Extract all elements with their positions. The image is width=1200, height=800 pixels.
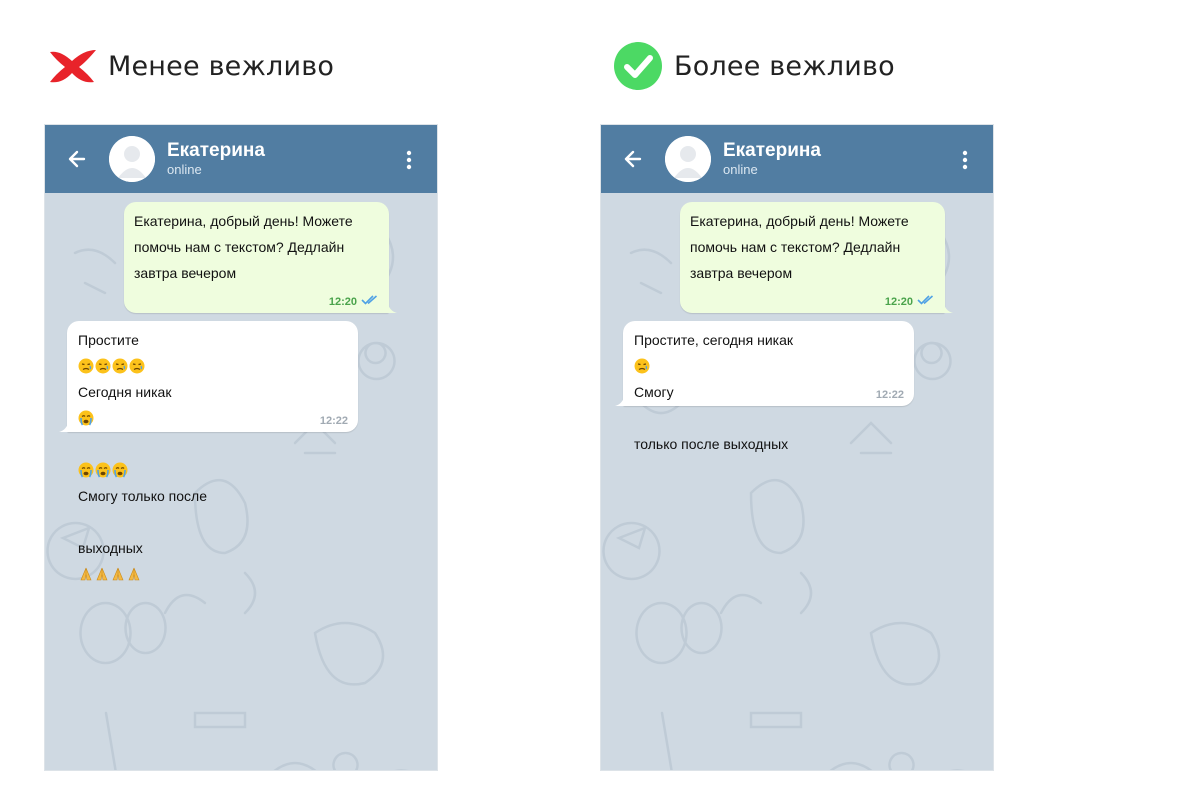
sad-face-emoji [129, 358, 145, 374]
red-cross-icon [46, 40, 98, 92]
praying-hands-emoji [94, 566, 110, 582]
chat-header: Екатерина online [45, 125, 437, 193]
avatar[interactable] [109, 136, 155, 182]
message-text-part: Сегодня никак [78, 384, 172, 400]
bubble-tail [943, 301, 953, 313]
contact-info[interactable]: Екатерина online [167, 140, 265, 178]
message-time: 12:22 [875, 389, 904, 401]
contact-name: Екатерина [167, 140, 265, 161]
outgoing-message[interactable]: Екатерина, добрый день! Можете помочь на… [680, 202, 953, 313]
message-text-part: Смогу только после [78, 488, 207, 504]
more-options-icon[interactable] [953, 147, 977, 173]
bubble-tail [59, 420, 69, 432]
heading-less-polite: Менее вежливо [46, 40, 334, 92]
message-text-part: Простите [78, 332, 139, 348]
heading-more-polite: Более вежливо [612, 40, 895, 92]
incoming-message[interactable]: Простите Сегодня никак Смогу только посл… [59, 321, 358, 581]
contact-status: online [167, 162, 202, 177]
praying-hands-emoji [126, 566, 142, 582]
message-text-part: Смогу [634, 384, 674, 400]
message-time: 12:22 [319, 415, 348, 427]
contact-status: online [723, 162, 758, 177]
chat-header: Екатерина online [601, 125, 993, 193]
green-check-icon [612, 40, 664, 92]
double-check-icon [361, 295, 379, 308]
back-arrow-icon[interactable] [616, 142, 650, 176]
message-time: 12:20 [884, 295, 913, 308]
double-check-icon [917, 295, 935, 308]
heading-text: Более вежливо [674, 50, 895, 82]
message-text-part: выходных [78, 540, 143, 556]
message-text: Простите Сегодня никак Смогу только посл… [78, 327, 358, 587]
message-text-part: Простите, сегодня никак [634, 332, 794, 348]
crying-face-emoji [78, 410, 94, 426]
contact-info[interactable]: Екатерина online [723, 140, 821, 178]
sad-face-emoji [634, 358, 650, 374]
sad-face-emoji [78, 358, 94, 374]
crying-face-emoji [112, 462, 128, 478]
message-text-part: только после выходных [634, 436, 789, 452]
chat-screen-more-polite: Екатерина online Екатерина, добрый день!… [600, 124, 994, 771]
message-time: 12:20 [328, 295, 357, 308]
avatar[interactable] [665, 136, 711, 182]
outgoing-message[interactable]: Екатерина, добрый день! Можете помочь на… [124, 202, 397, 313]
bubble-tail [615, 394, 625, 406]
bubble-tail [387, 301, 397, 313]
message-text: Екатерина, добрый день! Можете помочь на… [134, 213, 353, 281]
praying-hands-emoji [78, 566, 94, 582]
incoming-message[interactable]: Простите, сегодня никак Смогу только пос… [615, 321, 914, 452]
heading-text: Менее вежливо [108, 50, 335, 82]
more-options-icon[interactable] [397, 147, 421, 173]
back-arrow-icon[interactable] [60, 142, 94, 176]
contact-name: Екатерина [723, 140, 821, 161]
sad-face-emoji [112, 358, 128, 374]
message-text: Екатерина, добрый день! Можете помочь на… [690, 213, 909, 281]
crying-face-emoji [95, 462, 111, 478]
crying-face-emoji [78, 462, 94, 478]
message-text: Простите, сегодня никак Смогу только пос… [634, 327, 914, 457]
chat-screen-less-polite: Екатерина online Екатерина, добрый день!… [44, 124, 438, 771]
praying-hands-emoji [110, 566, 126, 582]
sad-face-emoji [95, 358, 111, 374]
